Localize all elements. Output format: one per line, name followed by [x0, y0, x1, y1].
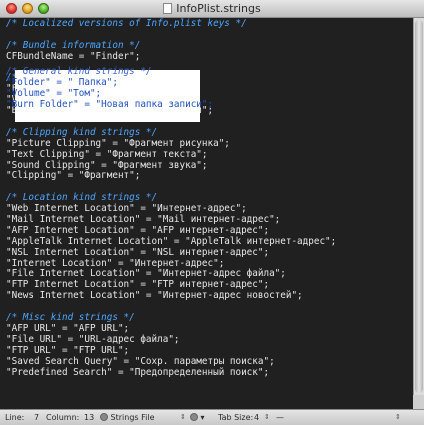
- line-label: Line:: [5, 413, 25, 422]
- code-line: "News Internet Location" = "Интернет-адр…: [6, 290, 303, 302]
- file-type-chevron-icon[interactable]: ⇕: [180, 413, 186, 421]
- code-line: "FTP URL" = "FTP URL";: [6, 344, 130, 356]
- code-line: "Text Clipping" = "Фрагмент текста";: [6, 148, 208, 160]
- tab-size-chevron-icon[interactable]: ⇕: [264, 413, 270, 421]
- document-icon: [163, 3, 173, 14]
- line-value[interactable]: 7: [34, 413, 39, 422]
- selected-code-lines: /* General kind strings */"Folder" = " П…: [6, 66, 214, 111]
- status-bar: Line: 7 Column: 13 Strings File ⇕ ▾ Tab …: [0, 409, 424, 425]
- column-label: Column:: [46, 413, 80, 422]
- code-line: "Clipping" = "Фрагмент";: [6, 170, 141, 182]
- selection-highlight: /* General kind strings */"Folder" = " П…: [6, 66, 213, 122]
- resize-grip[interactable]: [413, 395, 424, 409]
- code-line: "Predefined Search" = "Предопределенный …: [6, 366, 270, 378]
- scrollbar-thumb[interactable]: [415, 20, 423, 393]
- window-title: InfoPlist.strings: [176, 2, 261, 15]
- selected-line: "Burn Folder" = "Новая папка записи";: [6, 98, 214, 110]
- function-chevron-icon[interactable]: ⇕: [395, 413, 401, 421]
- file-type-popup[interactable]: Strings File: [100, 413, 155, 422]
- settings-gear-icon[interactable]: ▾: [190, 413, 205, 422]
- column-value[interactable]: 13: [84, 413, 94, 422]
- text-editor[interactable]: /* Localized versions of Info.plist keys…: [0, 18, 413, 409]
- window-title-area: InfoPlist.strings: [0, 2, 424, 15]
- file-type-icon: [100, 413, 108, 421]
- title-bar[interactable]: InfoPlist.strings: [0, 0, 424, 18]
- vertical-scrollbar[interactable]: [413, 18, 424, 409]
- tab-size-label: Tab Size:: [218, 413, 254, 422]
- tab-size-value[interactable]: 4: [254, 413, 259, 422]
- code-line: "Saved Search Query" = "Сохр. параметры …: [6, 355, 275, 367]
- function-popup[interactable]: —: [276, 413, 284, 422]
- file-type-label: Strings File: [110, 413, 155, 422]
- comment-line: /* Localized versions of Info.plist keys…: [6, 18, 247, 29]
- code-line: "NSL Internet Location" = "NSL интернет-…: [6, 246, 270, 258]
- editor-window: InfoPlist.strings /* Localized versions …: [0, 0, 424, 425]
- code-line: CFBundleName = "Finder";: [6, 50, 141, 62]
